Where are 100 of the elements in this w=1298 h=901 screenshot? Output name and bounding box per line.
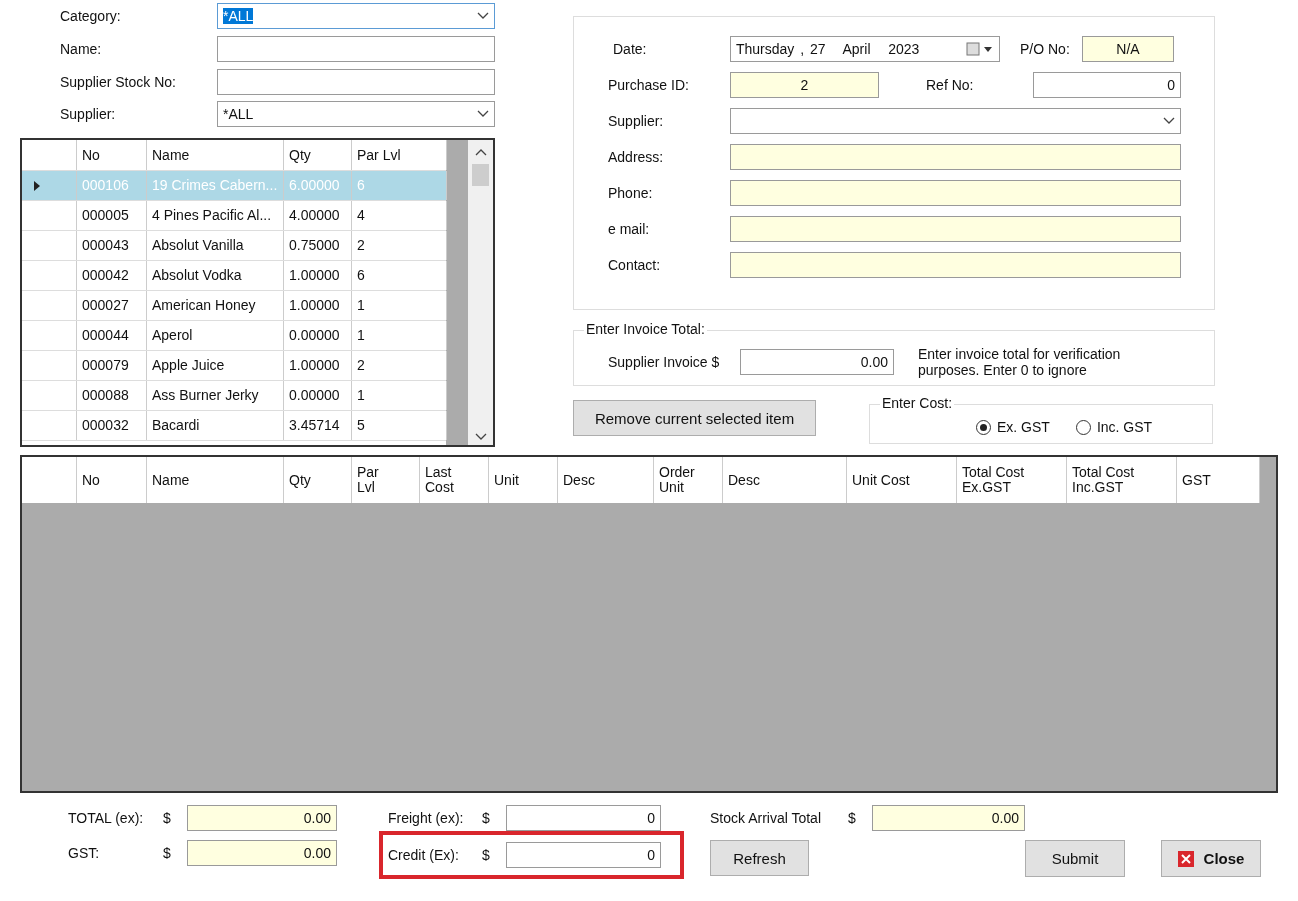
table-cell: 000043	[77, 231, 147, 260]
chevron-down-icon	[477, 109, 489, 118]
group-legend: Enter Cost:	[880, 395, 955, 411]
column-header[interactable]: Unit	[489, 457, 558, 503]
column-header[interactable]: Qty	[284, 457, 352, 503]
amount-field[interactable]: 0.00	[872, 805, 1025, 831]
column-header[interactable]: Par Lvl	[352, 457, 420, 503]
column-header[interactable]: Desc	[558, 457, 654, 503]
filter-dropdown[interactable]: *ALL	[217, 100, 495, 127]
column-header[interactable]: Last Cost	[420, 457, 489, 503]
table-cell: 4.00000	[284, 201, 352, 230]
po-number-field[interactable]: N/A	[1082, 36, 1174, 62]
scroll-up-icon[interactable]	[474, 148, 487, 156]
table-cell: Bacardi	[147, 411, 284, 440]
column-header[interactable]: Name	[147, 457, 284, 503]
supplier-invoice-field[interactable]: 0.00	[740, 349, 894, 375]
column-header[interactable]: Desc	[723, 457, 847, 503]
field-label: TOTAL (ex):	[68, 810, 145, 826]
purchase-id-field[interactable]: 2	[730, 72, 879, 98]
table-cell: 000027	[77, 291, 147, 320]
currency-label: $	[163, 810, 172, 826]
table-cell: 6	[352, 171, 447, 200]
currency-label: $	[848, 810, 857, 826]
amount-field[interactable]: 0	[506, 842, 661, 868]
filter-label: Category:	[59, 7, 122, 24]
field-label: Contact:	[608, 257, 662, 273]
radio-option[interactable]: Ex. GST	[976, 419, 1050, 435]
column-header[interactable]: Name	[147, 140, 284, 170]
table-cell: 000005	[77, 201, 147, 230]
detail-field[interactable]	[730, 180, 1181, 206]
detail-field[interactable]	[730, 216, 1181, 242]
field-label: Supplier Invoice $	[608, 354, 721, 370]
table-cell: 6	[352, 261, 447, 290]
column-header[interactable]: Total Cost Ex.GST	[957, 457, 1067, 503]
column-header[interactable]: Unit Cost	[847, 457, 957, 503]
table-cell: 0.00000	[284, 381, 352, 410]
detail-field[interactable]	[730, 252, 1181, 278]
column-header[interactable]: No	[77, 140, 147, 170]
currency-label: $	[482, 810, 491, 826]
table-cell: Absolut Vanilla	[147, 231, 284, 260]
table-cell: 1	[352, 291, 447, 320]
table-cell: 1.00000	[284, 351, 352, 380]
column-header[interactable]: No	[77, 457, 147, 503]
field-label: Ref No:	[925, 77, 975, 93]
amount-field[interactable]: 0.00	[187, 840, 337, 866]
amount-field[interactable]: 0.00	[187, 805, 337, 831]
filter-input[interactable]	[217, 35, 495, 62]
field-label: Phone:	[608, 185, 654, 201]
field-label: GST:	[68, 845, 101, 861]
field-label: Stock Arrival Total	[710, 810, 822, 826]
column-header[interactable]: Qty	[284, 140, 352, 170]
column-header[interactable]: Total Cost Inc.GST	[1067, 457, 1177, 503]
filter-label: Supplier Stock No:	[59, 73, 177, 90]
table-cell: 2	[352, 231, 447, 260]
scroll-down-icon[interactable]	[474, 433, 487, 441]
currency-label: $	[482, 847, 491, 863]
scrollbar-thumb[interactable]	[472, 164, 489, 186]
table-cell: 1	[352, 381, 447, 410]
supplier-dropdown[interactable]	[730, 108, 1181, 134]
current-row-icon	[34, 180, 40, 191]
table-cell: 1.00000	[284, 291, 352, 320]
table-cell: 000032	[77, 411, 147, 440]
amount-field[interactable]: 0	[506, 805, 661, 831]
table-cell: 000079	[77, 351, 147, 380]
chevron-down-icon	[1163, 117, 1175, 125]
field-label: Freight (ex):	[388, 810, 465, 826]
table-cell: 1.00000	[284, 261, 352, 290]
radio-option[interactable]: Inc. GST	[1075, 419, 1153, 435]
calendar-dropdown-icon[interactable]	[966, 42, 994, 56]
group-legend: Enter Invoice Total:	[584, 321, 707, 337]
date-picker[interactable]: Thursday , 27 April 2023	[730, 36, 1000, 62]
remove-item-button[interactable]: Remove current selected item	[573, 400, 816, 436]
table-cell: 5	[352, 411, 447, 440]
detail-field[interactable]	[730, 144, 1181, 170]
filter-input[interactable]	[217, 68, 495, 95]
hint-text: Enter invoice total for verification purposes. Enter 0 to ignore	[918, 345, 1122, 379]
submit-button[interactable]: Submit	[1025, 840, 1125, 877]
refresh-button[interactable]: Refresh	[710, 840, 809, 876]
chevron-down-icon	[477, 11, 489, 20]
filter-dropdown[interactable]: *ALL	[217, 2, 495, 29]
table-cell: 6.00000	[284, 171, 352, 200]
field-label: Credit (Ex):	[388, 847, 460, 863]
filter-label: Name:	[59, 40, 103, 57]
table-cell: 3.45714	[284, 411, 352, 440]
table-cell: 000088	[77, 381, 147, 410]
column-header[interactable]: GST	[1177, 457, 1260, 503]
table-cell: 4 Pines Pacific Al...	[147, 201, 284, 230]
scrollbar[interactable]	[468, 140, 493, 445]
column-header[interactable]: Par Lvl	[352, 140, 447, 170]
table-cell: 0.00000	[284, 321, 352, 350]
table-cell: Aperol	[147, 321, 284, 350]
table-cell: 19 Crimes Cabern...	[147, 171, 284, 200]
table-cell: American Honey	[147, 291, 284, 320]
close-icon	[1177, 850, 1194, 867]
filter-label: Supplier:	[59, 105, 117, 122]
column-header[interactable]: Order Unit	[654, 457, 723, 503]
ref-number-field[interactable]: 0	[1033, 72, 1181, 98]
field-label: Purchase ID:	[608, 77, 690, 93]
table-cell: Apple Juice	[147, 351, 284, 380]
close-button[interactable]: Close	[1161, 840, 1261, 877]
